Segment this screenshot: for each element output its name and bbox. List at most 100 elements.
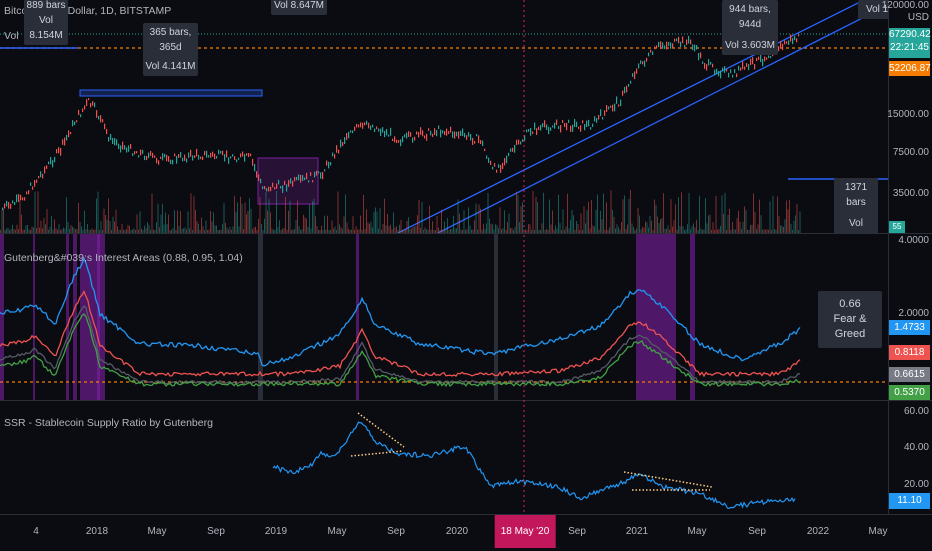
volume-bar xyxy=(583,206,585,233)
candle xyxy=(568,119,570,124)
candle xyxy=(276,183,278,189)
candle xyxy=(428,128,430,131)
ssr-pane[interactable]: SSR - Stablecoin Supply Ratio by Gutenbe… xyxy=(0,401,888,514)
candle xyxy=(190,149,192,157)
candle xyxy=(652,51,654,56)
candle xyxy=(402,136,404,143)
candle xyxy=(282,185,284,193)
candle xyxy=(564,123,566,128)
candle xyxy=(12,200,14,204)
volume-bar xyxy=(352,216,354,233)
volume-bar xyxy=(601,219,603,233)
candle xyxy=(570,125,572,132)
candle xyxy=(332,152,334,157)
candle xyxy=(694,44,696,52)
triangle-upper-line xyxy=(623,471,713,488)
candle xyxy=(448,131,450,135)
candle xyxy=(104,123,106,130)
candle xyxy=(106,128,108,135)
candle xyxy=(482,140,484,146)
candle xyxy=(608,106,610,110)
measure-bars: 889 bars xyxy=(26,0,66,11)
candle xyxy=(334,154,336,159)
candle xyxy=(602,117,604,120)
volume-bar xyxy=(373,211,375,233)
candle xyxy=(308,180,310,183)
volume-bar xyxy=(600,210,601,233)
candle xyxy=(536,128,538,135)
candle xyxy=(392,138,394,142)
volume-bar xyxy=(646,222,648,233)
volume-bar xyxy=(504,210,505,233)
candle xyxy=(524,135,526,141)
candle xyxy=(214,153,216,160)
volume-bar xyxy=(96,198,97,233)
red-line-tag: 0.8118 xyxy=(889,345,930,360)
volume-bar xyxy=(417,215,418,233)
candle xyxy=(604,110,606,116)
candle xyxy=(72,120,74,127)
price-scale-label: 3500.00 xyxy=(892,188,929,199)
time-tick: May xyxy=(147,526,167,537)
volume-bar xyxy=(112,216,114,233)
candle xyxy=(612,104,614,112)
volume-bar xyxy=(708,215,709,233)
candle xyxy=(250,153,252,157)
volume-bar xyxy=(144,225,145,233)
volume-bar xyxy=(603,193,604,233)
time-tick: May xyxy=(327,526,347,537)
candle xyxy=(674,38,676,42)
candle xyxy=(534,122,536,130)
interest-areas-pane[interactable]: Gutenberg&#039;s Interest Areas (0.88, 0… xyxy=(0,234,888,400)
candle xyxy=(438,125,440,130)
volume-bar xyxy=(724,192,726,233)
candle xyxy=(218,149,220,155)
candle xyxy=(782,43,784,51)
volume-bar xyxy=(490,223,492,233)
last-price: 67290.42 xyxy=(889,29,931,40)
candle xyxy=(460,130,462,136)
volume-bar xyxy=(106,219,108,233)
candle xyxy=(682,36,684,44)
candle xyxy=(384,130,386,138)
volume-bar xyxy=(109,220,111,233)
volume-bar xyxy=(195,209,196,233)
measure-bars: 1371 bars xyxy=(844,182,868,208)
candle xyxy=(338,149,340,154)
volume-bar xyxy=(622,199,624,233)
candle xyxy=(462,128,464,137)
candle xyxy=(486,155,488,159)
volume-bar xyxy=(396,226,397,233)
candle xyxy=(746,63,748,67)
volume-bar xyxy=(285,196,286,233)
volume-bar xyxy=(562,209,564,233)
volume-bar xyxy=(193,196,195,233)
candle xyxy=(138,155,140,158)
time-axis[interactable]: 4 2018 May Sep 2019 May Sep 2020 Sep 202… xyxy=(0,514,932,551)
candle xyxy=(256,171,258,178)
volume-bar xyxy=(508,213,510,233)
candle xyxy=(732,74,734,78)
candle xyxy=(58,147,60,154)
candle xyxy=(242,151,244,157)
volume-bar xyxy=(681,192,682,233)
volume-bar xyxy=(715,195,717,233)
candle xyxy=(554,122,556,129)
candle xyxy=(704,62,706,69)
candle xyxy=(174,153,176,157)
candle xyxy=(230,156,232,159)
volume-bar xyxy=(129,225,130,233)
volume-bar xyxy=(682,226,684,233)
candle xyxy=(718,70,720,77)
price-pane[interactable]: Bitcoin / U.S. Dollar, 1D, BITSTAMP Vol … xyxy=(0,0,896,248)
volume-bar xyxy=(309,204,310,233)
candle xyxy=(408,131,410,137)
candle xyxy=(740,67,742,71)
candle xyxy=(424,135,426,139)
interest-area-band xyxy=(356,234,359,400)
volume-bar xyxy=(244,202,246,233)
volume-bar xyxy=(661,218,663,233)
candle xyxy=(624,86,626,94)
volume-bar xyxy=(637,207,639,233)
candle xyxy=(18,194,20,202)
